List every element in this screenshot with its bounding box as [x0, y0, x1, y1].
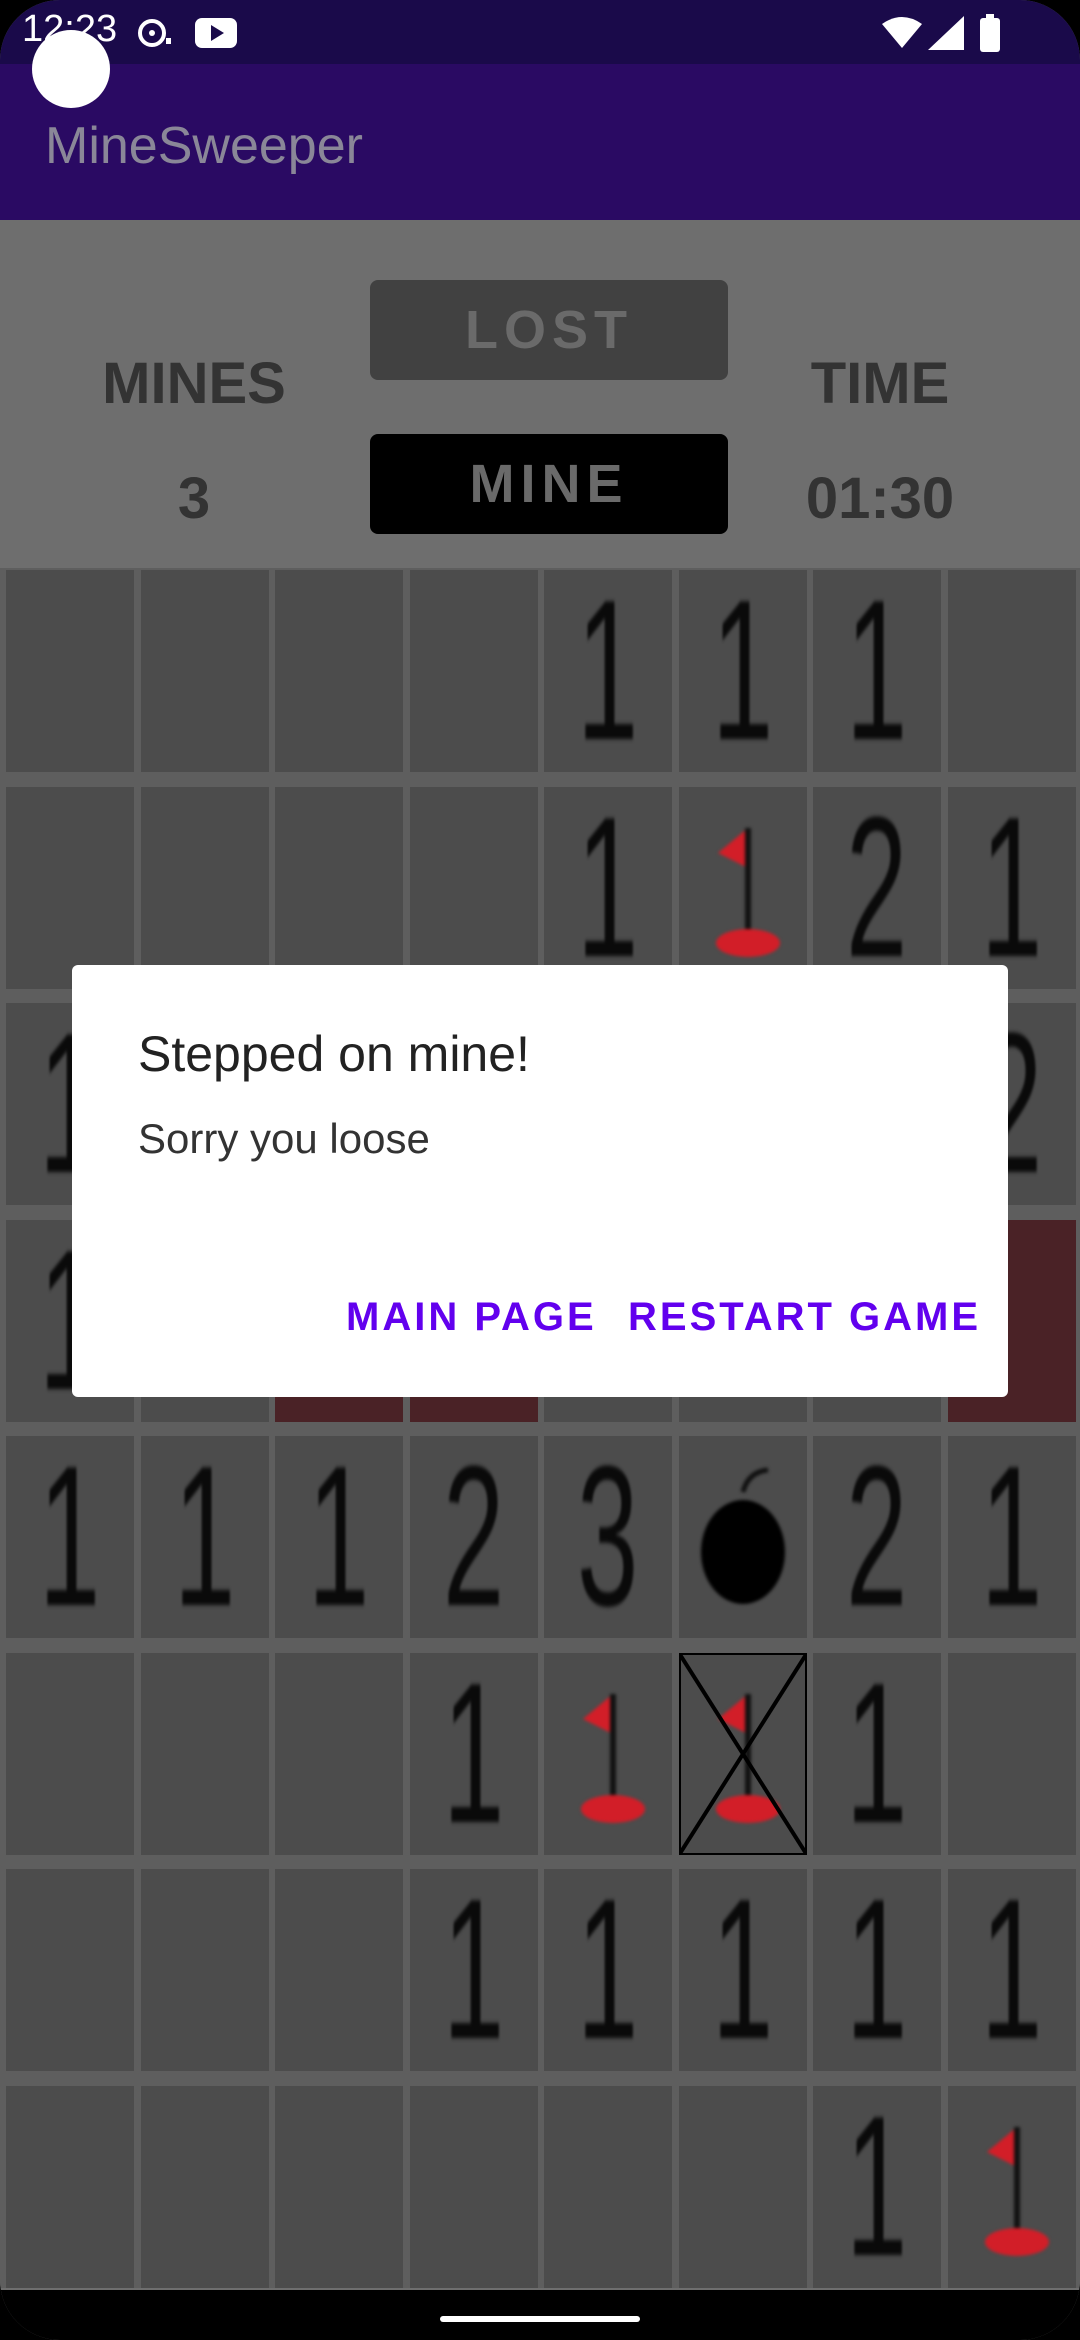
game-state-button[interactable]: LOST	[370, 280, 728, 380]
cell-number: 2	[846, 786, 908, 989]
board-cell[interactable]: 1	[678, 570, 807, 772]
board-cell[interactable]	[275, 2085, 403, 2288]
board-cell[interactable]	[947, 570, 1076, 772]
camera-cutout	[32, 30, 110, 108]
minefield-grid: 111121121111232111111111	[0, 568, 1080, 2288]
wrong-flag-x-icon	[678, 1652, 807, 1855]
cell-number: 1	[980, 1869, 1043, 2071]
board-cell[interactable]: 1	[947, 1869, 1076, 2071]
flag-icon	[984, 2126, 1049, 2256]
board-cell[interactable]	[6, 1869, 134, 2071]
screen: 12:23 MineSweeper MINES 3 TIME 01:30 LOS…	[0, 0, 1080, 2340]
board-cell[interactable]: 2	[813, 1436, 941, 1638]
board-cell[interactable]	[140, 570, 269, 772]
board-cell[interactable]	[140, 1652, 269, 1855]
cell-number: 1	[39, 1436, 101, 1638]
cell-signal-icon	[928, 16, 964, 50]
board-cell[interactable]	[140, 786, 269, 989]
board-cell[interactable]: 2	[813, 786, 941, 989]
board-cell[interactable]: 1	[275, 1436, 403, 1638]
board-cell[interactable]: 1	[947, 1436, 1076, 1638]
battery-icon	[980, 14, 1000, 52]
board-cell[interactable]: 2	[409, 1436, 538, 1638]
board-cell[interactable]	[140, 2085, 269, 2288]
cell-number: 1	[846, 1869, 908, 2071]
wifi-icon	[882, 17, 922, 48]
cell-number: 1	[442, 1869, 505, 2071]
board-cell[interactable]	[544, 1652, 672, 1855]
status-bar: 12:23	[0, 0, 1080, 64]
board-cell[interactable]: 1	[813, 2085, 941, 2288]
board-cell[interactable]: 1	[544, 786, 672, 989]
navigation-bar	[0, 2290, 1080, 2340]
board-cell[interactable]	[947, 2085, 1076, 2288]
board-cell[interactable]	[678, 1436, 807, 1638]
home-handle[interactable]	[440, 2316, 640, 2322]
cell-number: 3	[577, 1436, 639, 1638]
mine-mode-button[interactable]: MINE	[370, 434, 728, 534]
cell-number: 1	[711, 1869, 774, 2071]
youtube-icon	[195, 18, 237, 48]
board-cell[interactable]: 1	[813, 1869, 941, 2071]
dialog-title: Stepped on mine!	[138, 1026, 530, 1082]
board-cell[interactable]	[275, 1869, 403, 2071]
board-cell[interactable]	[275, 570, 403, 772]
board-cell[interactable]: 1	[544, 1869, 672, 2071]
board-cell[interactable]: 1	[813, 1652, 941, 1855]
cell-number: 2	[442, 1436, 505, 1638]
board-cell[interactable]	[409, 570, 538, 772]
cell-number: 1	[308, 1436, 370, 1638]
cell-number: 1	[846, 570, 908, 772]
board-cell[interactable]: 1	[544, 570, 672, 772]
cell-number: 1	[711, 570, 774, 772]
mine-icon	[700, 1467, 785, 1604]
board-cell[interactable]: 1	[813, 570, 941, 772]
cell-number: 1	[577, 1869, 639, 2071]
board-cell[interactable]: 1	[947, 786, 1076, 989]
time-label: TIME	[810, 351, 950, 416]
board-cell[interactable]	[6, 786, 134, 989]
cell-number: 1	[846, 2085, 908, 2288]
cell-number: 1	[980, 786, 1043, 989]
board-cell[interactable]: 1	[409, 1869, 538, 2071]
board-cell[interactable]	[6, 1652, 134, 1855]
board-cell[interactable]	[947, 1652, 1076, 1855]
media-disc-icon	[138, 19, 171, 47]
time-value: 01:30	[805, 466, 955, 531]
board-cell[interactable]: 1	[140, 1436, 269, 1638]
main-page-button[interactable]: MAIN PAGE	[346, 1295, 597, 1340]
board-cell[interactable]	[678, 786, 807, 989]
board-cell[interactable]: 1	[409, 1652, 538, 1855]
board-cell[interactable]	[6, 2085, 134, 2288]
cell-number: 2	[846, 1436, 908, 1638]
board-cell[interactable]	[409, 786, 538, 989]
board-cell[interactable]: 3	[544, 1436, 672, 1638]
board-cell[interactable]	[544, 2085, 672, 2288]
cell-number: 1	[442, 1652, 505, 1855]
cell-number: 1	[173, 1436, 236, 1638]
cell-number: 1	[577, 786, 639, 989]
board-cell[interactable]: 1	[678, 1869, 807, 2071]
app-bar: MineSweeper	[0, 64, 1080, 220]
board-cell[interactable]	[6, 570, 134, 772]
cell-number: 1	[980, 1436, 1043, 1638]
cell-number: 1	[846, 1652, 908, 1855]
game-over-dialog: Stepped on mine! Sorry you loose MAIN PA…	[72, 965, 1008, 1397]
board-cell[interactable]	[409, 2085, 538, 2288]
board-cell[interactable]: 1	[6, 1436, 134, 1638]
restart-game-button[interactable]: RESTART GAME	[628, 1295, 981, 1340]
board-cell[interactable]	[275, 1652, 403, 1855]
board-cell[interactable]	[275, 786, 403, 989]
board-cell[interactable]	[678, 2085, 807, 2288]
board-cell[interactable]	[140, 1869, 269, 2071]
mines-count: 3	[177, 466, 211, 531]
app-title: MineSweeper	[45, 117, 363, 175]
mines-label: MINES	[102, 351, 286, 416]
cell-number: 1	[577, 570, 639, 772]
dialog-message: Sorry you loose	[138, 1115, 430, 1162]
flag-icon	[581, 1693, 645, 1823]
board-cell[interactable]	[678, 1652, 807, 1855]
flag-icon	[715, 827, 780, 957]
